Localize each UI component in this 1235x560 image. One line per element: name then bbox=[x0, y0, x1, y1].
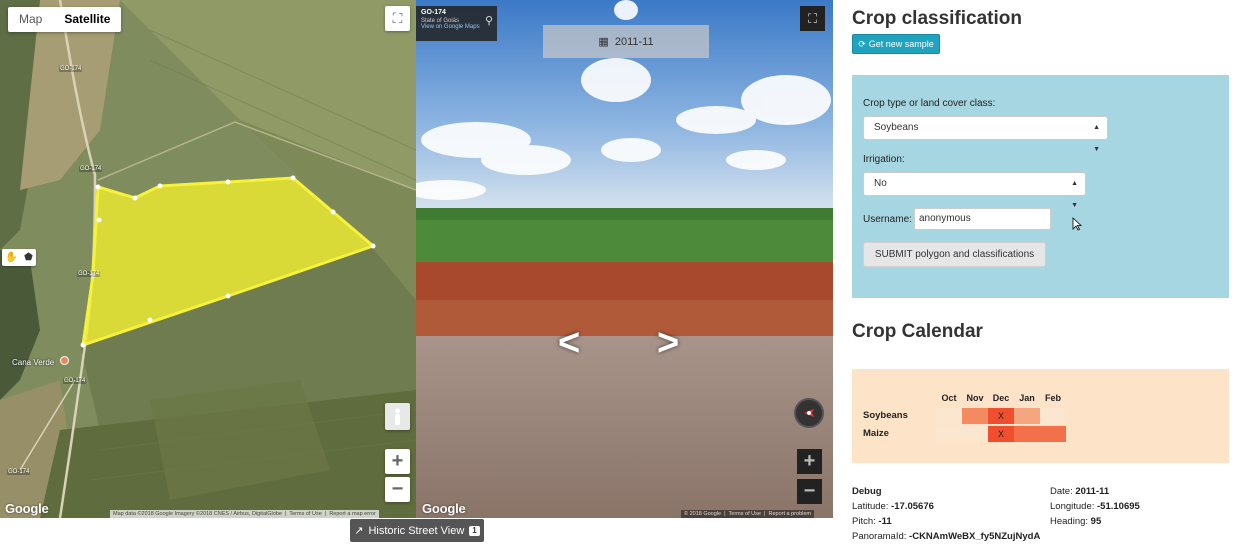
fullscreen-icon[interactable]: ⛶ bbox=[385, 6, 410, 31]
select-caret-icon: ▲ ▼ bbox=[1093, 124, 1100, 153]
month-header: Jan bbox=[1019, 393, 1035, 403]
submit-button[interactable]: SUBMIT polygon and classifications bbox=[863, 242, 1046, 267]
refresh-icon: ⟳ bbox=[858, 38, 866, 49]
debug-heading: Heading: 95 bbox=[1050, 516, 1102, 527]
calendar-cell bbox=[962, 408, 988, 424]
map-type-satellite[interactable]: Satellite bbox=[53, 7, 121, 32]
calendar-row-label: Soybeans bbox=[863, 410, 908, 421]
month-header: Oct bbox=[941, 393, 957, 403]
select-caret-icon: ▲ ▼ bbox=[1071, 180, 1078, 209]
view-on-google-maps-link[interactable]: View on Google Maps bbox=[421, 24, 492, 30]
calendar-cell bbox=[1014, 408, 1040, 424]
google-logo: Google bbox=[5, 501, 49, 516]
town-pin-icon bbox=[60, 356, 69, 365]
report-link[interactable]: Report a map error bbox=[329, 511, 375, 517]
debug-longitude: Longitude: -51.10695 bbox=[1050, 501, 1140, 512]
terms-link[interactable]: Terms of Use bbox=[729, 511, 761, 517]
street-view[interactable]: GO-174 State of Goiás View on Google Map… bbox=[416, 0, 833, 518]
historic-count-badge: 1 bbox=[469, 525, 480, 536]
report-link[interactable]: Report a problem bbox=[769, 511, 812, 517]
historic-street-view-button[interactable]: ↗ Historic Street View 1 bbox=[350, 519, 484, 542]
mouse-cursor-icon bbox=[1072, 217, 1082, 231]
crop-type-label: Crop type or land cover class: bbox=[863, 98, 996, 109]
page-title: Crop classification bbox=[852, 8, 1022, 29]
calendar-cell bbox=[1040, 426, 1066, 442]
debug-panoramaid: PanoramaId: -CKNAmWeBX_fy5NZujNydA bbox=[852, 531, 1041, 542]
username-input[interactable]: anonymous bbox=[914, 208, 1051, 230]
calendar-cell bbox=[1014, 426, 1040, 442]
road-label: GO-174 bbox=[7, 469, 31, 475]
satellite-imagery bbox=[0, 0, 416, 518]
location-pin-icon: ⚲ bbox=[484, 15, 493, 27]
map-attribution: Map data ©2018 Google Imagery ©2018 CNES… bbox=[110, 510, 379, 518]
map-type-map[interactable]: Map bbox=[8, 7, 53, 32]
username-label: Username: bbox=[863, 214, 912, 225]
road-label: GO-174 bbox=[59, 66, 83, 72]
street-view-info: GO-174 State of Goiás View on Google Map… bbox=[416, 6, 497, 41]
navigate-forward-arrow[interactable]: > bbox=[657, 322, 679, 365]
classification-panel: Crop classification ⟳ Get new sample Cro… bbox=[852, 0, 1235, 560]
zoom-in-button[interactable]: + bbox=[385, 449, 410, 474]
pegman-icon[interactable] bbox=[385, 403, 410, 430]
crop-calendar: Oct Nov Dec Jan Feb Soybeans Maize X X bbox=[852, 369, 1229, 463]
irrigation-label: Irrigation: bbox=[863, 154, 905, 165]
calendar-cell: X bbox=[988, 426, 1014, 442]
debug-pitch: Pitch: -11 bbox=[852, 516, 892, 527]
polygon-icon[interactable]: ⬟ bbox=[24, 252, 33, 263]
calendar-cell bbox=[1040, 408, 1066, 424]
terms-link[interactable]: Terms of Use bbox=[289, 511, 321, 517]
calendar-icon: ▦ bbox=[598, 36, 609, 48]
satellite-map[interactable]: Map Satellite ⛶ GO-174 GO-174 GO-174 GO-… bbox=[0, 0, 416, 518]
drawing-toolbar: ✋ ⬟ bbox=[2, 249, 36, 266]
debug-latitude: Latitude: -17.05676 bbox=[852, 501, 934, 512]
debug-title: Debug bbox=[852, 486, 882, 497]
street-view-image bbox=[416, 0, 833, 518]
calendar-cell bbox=[936, 408, 962, 424]
get-new-sample-button[interactable]: ⟳ Get new sample bbox=[852, 34, 940, 54]
google-logo: Google bbox=[422, 501, 466, 516]
calendar-cell bbox=[962, 426, 988, 442]
calendar-cell bbox=[936, 426, 962, 442]
month-header: Nov bbox=[966, 393, 984, 403]
sv-zoom-out-button[interactable]: − bbox=[797, 479, 822, 504]
crop-calendar-title: Crop Calendar bbox=[852, 321, 983, 342]
map-type-control: Map Satellite bbox=[8, 7, 122, 32]
road-label: GO-174 bbox=[79, 166, 103, 172]
street-view-date: ▦ 2011-11 bbox=[543, 25, 709, 58]
zoom-out-button[interactable]: − bbox=[385, 477, 410, 502]
compass-icon[interactable] bbox=[794, 398, 824, 428]
sv-zoom-in-button[interactable]: + bbox=[797, 449, 822, 474]
sv-road: GO-174 bbox=[421, 9, 446, 16]
debug-date: Date: 2011-11 bbox=[1050, 486, 1110, 497]
road-label: GO-174 bbox=[77, 271, 101, 277]
month-header: Dec bbox=[992, 393, 1010, 403]
irrigation-select[interactable]: No ▲ ▼ bbox=[863, 172, 1086, 209]
calendar-cell: X bbox=[988, 408, 1014, 424]
town-label: Cana Verde bbox=[12, 358, 55, 367]
sv-attribution: © 2018 Google | Terms of Use | Report a … bbox=[681, 510, 814, 518]
hand-icon[interactable]: ✋ bbox=[5, 252, 17, 263]
calendar-row-label: Maize bbox=[863, 428, 889, 439]
classification-form: Crop type or land cover class: Soybeans … bbox=[852, 75, 1229, 298]
external-link-icon: ↗ bbox=[354, 525, 364, 537]
navigate-back-arrow[interactable]: < bbox=[558, 322, 580, 365]
road-label: GO-174 bbox=[63, 378, 87, 384]
sv-date: 2011-11 bbox=[614, 35, 654, 48]
fullscreen-icon[interactable]: ⛶ bbox=[800, 6, 825, 31]
app-root: Map Satellite ⛶ GO-174 GO-174 GO-174 GO-… bbox=[0, 0, 1235, 560]
crop-type-select[interactable]: Soybeans ▲ ▼ bbox=[863, 116, 1108, 153]
month-header: Feb bbox=[1044, 393, 1061, 403]
